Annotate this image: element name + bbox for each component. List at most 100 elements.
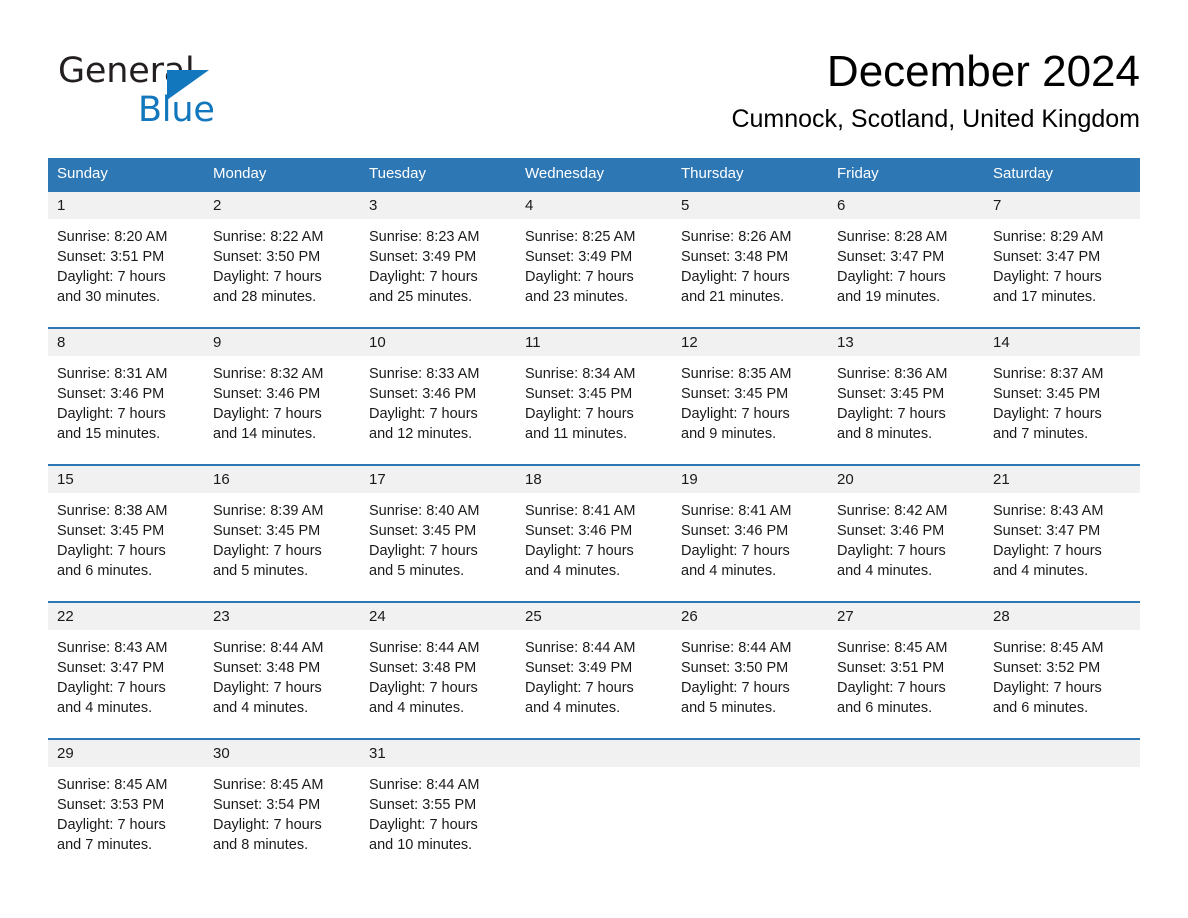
- day-cell[interactable]: Sunrise: 8:45 AM Sunset: 3:53 PM Dayligh…: [48, 767, 204, 875]
- sunrise-text: Sunrise: 8:35 AM: [681, 366, 792, 382]
- day-cell[interactable]: Sunrise: 8:36 AM Sunset: 3:45 PM Dayligh…: [828, 356, 984, 464]
- day-cell[interactable]: Sunrise: 8:23 AM Sunset: 3:49 PM Dayligh…: [360, 219, 516, 327]
- day-cell[interactable]: Sunrise: 8:33 AM Sunset: 3:46 PM Dayligh…: [360, 356, 516, 464]
- sunset-text: Sunset: 3:47 PM: [993, 523, 1101, 539]
- week-row: 8 9 10 11 12 13 14 Sunrise: 8:31 AM Suns…: [48, 327, 1140, 464]
- week-daynumber-band: 22 23 24 25 26 27 28: [48, 603, 1140, 630]
- day-cell[interactable]: Sunrise: 8:41 AM Sunset: 3:46 PM Dayligh…: [672, 493, 828, 601]
- day-cell[interactable]: Sunrise: 8:45 AM Sunset: 3:52 PM Dayligh…: [984, 630, 1140, 738]
- day-cell[interactable]: Sunrise: 8:45 AM Sunset: 3:51 PM Dayligh…: [828, 630, 984, 738]
- calendar-page: General Blue December 2024 Cumnock, Scot…: [0, 0, 1188, 918]
- sunset-text: Sunset: 3:53 PM: [57, 797, 165, 813]
- page-header: General Blue December 2024 Cumnock, Scot…: [48, 44, 1140, 144]
- day-number[interactable]: 24: [360, 603, 516, 630]
- day-number[interactable]: 3: [360, 192, 516, 219]
- day-number[interactable]: 10: [360, 329, 516, 356]
- day-number-empty: [516, 740, 672, 767]
- day-number[interactable]: 19: [672, 466, 828, 493]
- daylight-text: Daylight: 7 hours: [57, 680, 166, 696]
- day-number[interactable]: 11: [516, 329, 672, 356]
- sunrise-text: Sunrise: 8:45 AM: [57, 777, 168, 793]
- day-cell[interactable]: Sunrise: 8:44 AM Sunset: 3:49 PM Dayligh…: [516, 630, 672, 738]
- daylight-text: Daylight: 7 hours: [213, 817, 322, 833]
- day-cell[interactable]: Sunrise: 8:37 AM Sunset: 3:45 PM Dayligh…: [984, 356, 1140, 464]
- day-cell[interactable]: Sunrise: 8:45 AM Sunset: 3:54 PM Dayligh…: [204, 767, 360, 875]
- week-detail-row: Sunrise: 8:45 AM Sunset: 3:53 PM Dayligh…: [48, 767, 1140, 875]
- sunset-text: Sunset: 3:45 PM: [525, 386, 633, 402]
- daylight-text: Daylight: 7 hours: [369, 269, 478, 285]
- day-number[interactable]: 26: [672, 603, 828, 630]
- day-cell[interactable]: Sunrise: 8:43 AM Sunset: 3:47 PM Dayligh…: [48, 630, 204, 738]
- sunrise-text: Sunrise: 8:36 AM: [837, 366, 948, 382]
- day-number[interactable]: 2: [204, 192, 360, 219]
- day-cell[interactable]: Sunrise: 8:25 AM Sunset: 3:49 PM Dayligh…: [516, 219, 672, 327]
- day-number[interactable]: 15: [48, 466, 204, 493]
- day-number[interactable]: 13: [828, 329, 984, 356]
- day-number[interactable]: 21: [984, 466, 1140, 493]
- day-cell[interactable]: Sunrise: 8:26 AM Sunset: 3:48 PM Dayligh…: [672, 219, 828, 327]
- daylight-text-cont: and 4 minutes.: [993, 563, 1089, 579]
- day-number[interactable]: 25: [516, 603, 672, 630]
- day-cell[interactable]: Sunrise: 8:44 AM Sunset: 3:48 PM Dayligh…: [360, 630, 516, 738]
- day-cell[interactable]: Sunrise: 8:32 AM Sunset: 3:46 PM Dayligh…: [204, 356, 360, 464]
- day-number[interactable]: 31: [360, 740, 516, 767]
- page-title: December 2024: [826, 47, 1140, 96]
- day-number[interactable]: 20: [828, 466, 984, 493]
- day-cell[interactable]: Sunrise: 8:34 AM Sunset: 3:45 PM Dayligh…: [516, 356, 672, 464]
- daylight-text: Daylight: 7 hours: [837, 680, 946, 696]
- sunset-text: Sunset: 3:45 PM: [57, 523, 165, 539]
- sunrise-text: Sunrise: 8:44 AM: [369, 640, 480, 656]
- day-cell[interactable]: Sunrise: 8:41 AM Sunset: 3:46 PM Dayligh…: [516, 493, 672, 601]
- day-number[interactable]: 1: [48, 192, 204, 219]
- day-number[interactable]: 12: [672, 329, 828, 356]
- day-number[interactable]: 17: [360, 466, 516, 493]
- sunrise-text: Sunrise: 8:20 AM: [57, 229, 168, 245]
- sunrise-text: Sunrise: 8:37 AM: [993, 366, 1104, 382]
- day-cell[interactable]: Sunrise: 8:44 AM Sunset: 3:50 PM Dayligh…: [672, 630, 828, 738]
- day-cell[interactable]: Sunrise: 8:31 AM Sunset: 3:46 PM Dayligh…: [48, 356, 204, 464]
- day-cell[interactable]: Sunrise: 8:39 AM Sunset: 3:45 PM Dayligh…: [204, 493, 360, 601]
- day-cell[interactable]: Sunrise: 8:43 AM Sunset: 3:47 PM Dayligh…: [984, 493, 1140, 601]
- day-cell[interactable]: Sunrise: 8:28 AM Sunset: 3:47 PM Dayligh…: [828, 219, 984, 327]
- day-number[interactable]: 23: [204, 603, 360, 630]
- weekday-header-saturday: Saturday: [993, 165, 1054, 182]
- week-daynumber-band: 8 9 10 11 12 13 14: [48, 329, 1140, 356]
- day-number[interactable]: 5: [672, 192, 828, 219]
- day-number[interactable]: 27: [828, 603, 984, 630]
- day-number[interactable]: 6: [828, 192, 984, 219]
- day-cell[interactable]: Sunrise: 8:35 AM Sunset: 3:45 PM Dayligh…: [672, 356, 828, 464]
- day-number[interactable]: 4: [516, 192, 672, 219]
- daylight-text-cont: and 9 minutes.: [681, 426, 777, 442]
- sunrise-text: Sunrise: 8:42 AM: [837, 503, 948, 519]
- day-number[interactable]: 8: [48, 329, 204, 356]
- day-number[interactable]: 28: [984, 603, 1140, 630]
- day-number[interactable]: 18: [516, 466, 672, 493]
- daylight-text-cont: and 7 minutes.: [57, 837, 153, 853]
- day-number[interactable]: 29: [48, 740, 204, 767]
- daylight-text: Daylight: 7 hours: [681, 543, 790, 559]
- daylight-text: Daylight: 7 hours: [57, 269, 166, 285]
- day-cell[interactable]: Sunrise: 8:44 AM Sunset: 3:48 PM Dayligh…: [204, 630, 360, 738]
- sunrise-text: Sunrise: 8:40 AM: [369, 503, 480, 519]
- day-number[interactable]: 30: [204, 740, 360, 767]
- page-subtitle: Cumnock, Scotland, United Kingdom: [731, 105, 1140, 133]
- daylight-text: Daylight: 7 hours: [837, 406, 946, 422]
- day-number[interactable]: 22: [48, 603, 204, 630]
- day-number[interactable]: 7: [984, 192, 1140, 219]
- day-cell[interactable]: Sunrise: 8:38 AM Sunset: 3:45 PM Dayligh…: [48, 493, 204, 601]
- day-number[interactable]: 9: [204, 329, 360, 356]
- sunrise-text: Sunrise: 8:45 AM: [213, 777, 324, 793]
- daylight-text: Daylight: 7 hours: [369, 406, 478, 422]
- day-cell[interactable]: Sunrise: 8:40 AM Sunset: 3:45 PM Dayligh…: [360, 493, 516, 601]
- generalblue-logo[interactable]: General Blue: [58, 50, 318, 130]
- day-number[interactable]: 16: [204, 466, 360, 493]
- day-cell[interactable]: Sunrise: 8:42 AM Sunset: 3:46 PM Dayligh…: [828, 493, 984, 601]
- day-cell-empty: [516, 767, 672, 875]
- sunset-text: Sunset: 3:49 PM: [525, 249, 633, 265]
- logo-text-blue: Blue: [138, 90, 215, 130]
- day-cell[interactable]: Sunrise: 8:22 AM Sunset: 3:50 PM Dayligh…: [204, 219, 360, 327]
- day-cell[interactable]: Sunrise: 8:20 AM Sunset: 3:51 PM Dayligh…: [48, 219, 204, 327]
- day-number[interactable]: 14: [984, 329, 1140, 356]
- day-cell[interactable]: Sunrise: 8:29 AM Sunset: 3:47 PM Dayligh…: [984, 219, 1140, 327]
- day-cell[interactable]: Sunrise: 8:44 AM Sunset: 3:55 PM Dayligh…: [360, 767, 516, 875]
